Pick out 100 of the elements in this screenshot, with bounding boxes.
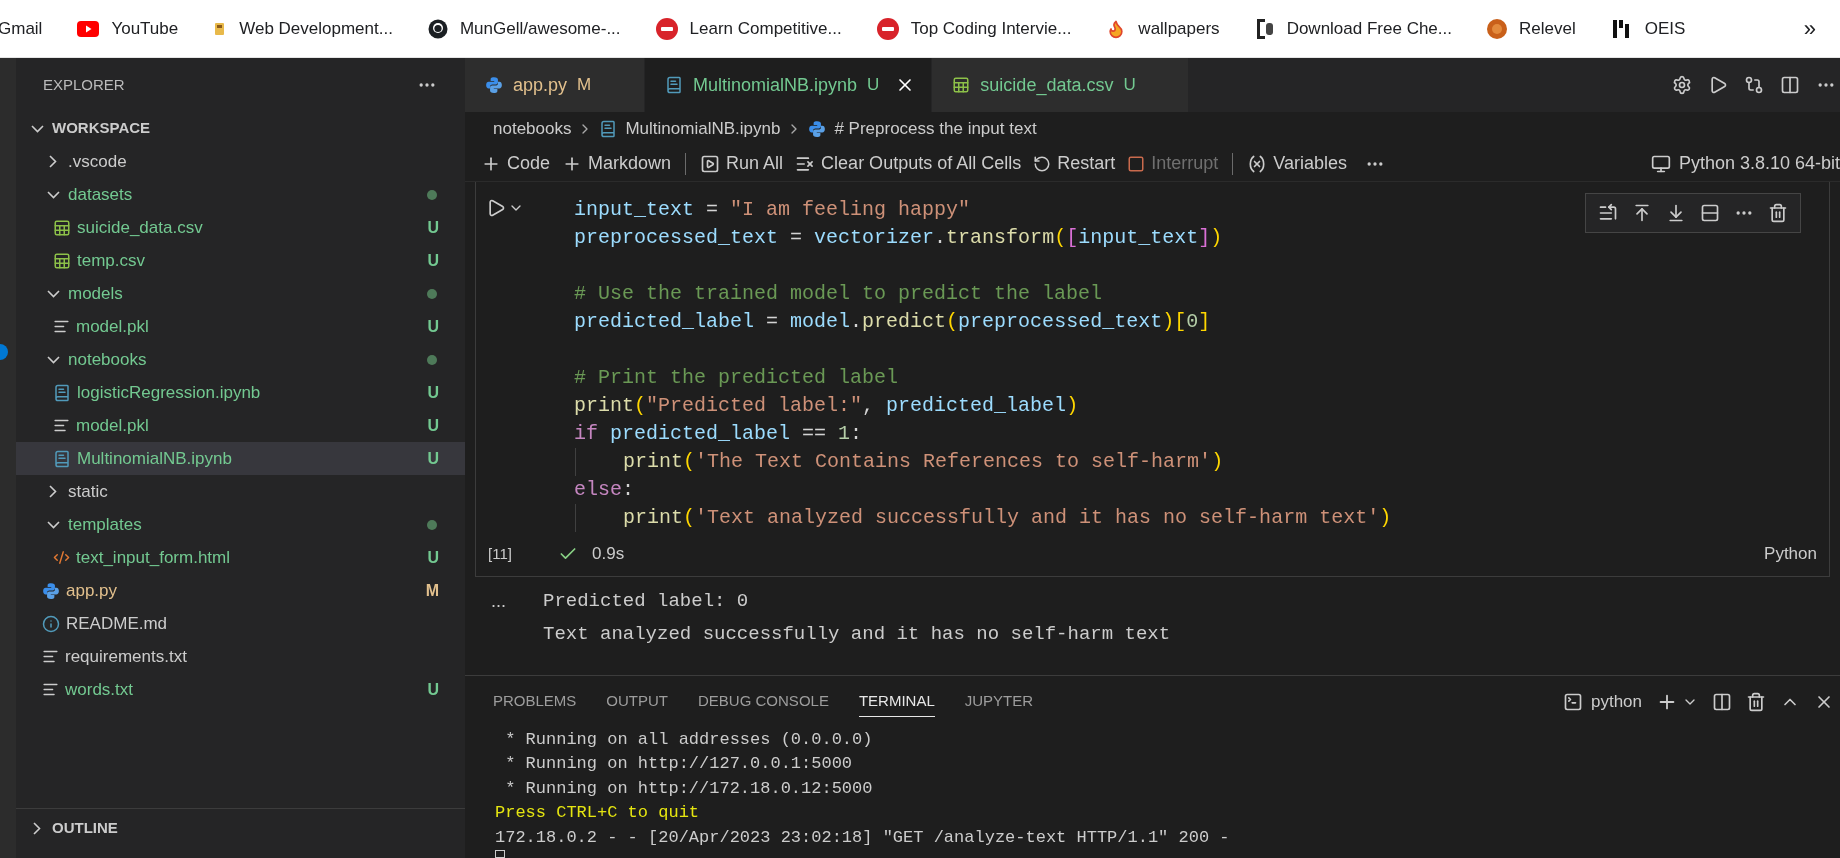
git-status: U xyxy=(427,382,439,403)
terminal-picker[interactable]: python xyxy=(1562,689,1642,715)
delete-icon[interactable] xyxy=(1746,691,1766,712)
file-row[interactable]: text_input_form.html U xyxy=(16,541,465,574)
file-row[interactable]: model.pkl U xyxy=(16,409,465,442)
cell-language[interactable]: Python xyxy=(1764,541,1817,567)
panel-tab[interactable]: DEBUG CONSOLE xyxy=(698,686,829,717)
notebook-icon xyxy=(53,449,71,468)
tab-label: app.py xyxy=(513,73,568,97)
bookmark-link[interactable]: wallpapers xyxy=(1106,15,1220,42)
file-name: words.txt xyxy=(65,678,134,701)
toolbar-button[interactable]: Markdown xyxy=(556,150,678,177)
run-all-icon xyxy=(700,153,721,174)
split-terminal-icon[interactable] xyxy=(1712,691,1732,712)
delete-icon[interactable] xyxy=(1768,203,1788,223)
terminal-line: * Running on all addresses (0.0.0.0) xyxy=(504,728,873,751)
file-name: model.pkl xyxy=(76,414,149,437)
file-name: requirements.txt xyxy=(65,645,187,668)
toolbar-button[interactable]: Clear Outputs of All Cells xyxy=(789,150,1028,177)
output-menu[interactable]: ... xyxy=(491,591,543,657)
folder-row[interactable]: datasets xyxy=(16,178,465,211)
file-row[interactable]: app.py M xyxy=(16,574,465,607)
notebook-icon xyxy=(53,383,71,402)
file-row[interactable]: README.md xyxy=(16,607,465,640)
run-above-icon[interactable] xyxy=(1632,203,1652,223)
panel-tab[interactable]: TERMINAL xyxy=(858,686,935,717)
file-row[interactable]: requirements.txt xyxy=(16,640,465,673)
file-row[interactable]: temp.csv U xyxy=(16,244,465,277)
terminal-icon xyxy=(1562,691,1583,712)
table-icon xyxy=(53,218,71,237)
editor-tab[interactable]: app.py M xyxy=(465,58,645,112)
breadcrumb-item[interactable]: MultinomialNB.ipynb xyxy=(599,116,781,142)
editor-tab[interactable]: suicide_data.csv U xyxy=(932,58,1189,112)
split-cell-icon[interactable] xyxy=(1700,203,1720,223)
file-row[interactable]: logisticRegression.ipynb U xyxy=(16,376,465,409)
git-status: U xyxy=(427,547,439,568)
compare-icon[interactable] xyxy=(1744,75,1764,95)
folder-row[interactable]: static xyxy=(16,475,465,508)
run-by-line-icon[interactable] xyxy=(1598,203,1618,223)
panel-tab[interactable]: PROBLEMS xyxy=(493,686,577,717)
split-editor-icon[interactable] xyxy=(1780,75,1800,95)
sidebar-title: EXPLORER xyxy=(43,74,125,95)
code-line: preprocessed_text = vectorizer.transform([input_text]) xyxy=(574,225,1223,251)
code-line: if predicted_label == 1: xyxy=(574,421,863,447)
toolbar-button[interactable]: Run All xyxy=(694,150,790,177)
toolbar-button[interactable]: Code xyxy=(475,150,557,177)
folder-row[interactable]: models xyxy=(16,277,465,310)
breadcrumb-item[interactable]: # Preprocess the input text xyxy=(808,116,1037,142)
folder-name: notebooks xyxy=(68,348,147,371)
folder-row[interactable]: templates xyxy=(16,508,465,541)
bookmark-link[interactable]: Download Free Che... xyxy=(1254,15,1452,42)
lines-icon xyxy=(42,648,59,665)
bookmark-link[interactable]: YouTube xyxy=(77,15,179,42)
bookmark-link[interactable]: Top Coding Intervie... xyxy=(876,15,1072,42)
breadcrumb-item[interactable]: notebooks xyxy=(493,116,572,142)
settings-icon[interactable] xyxy=(1672,75,1692,95)
git-status: M xyxy=(577,74,592,97)
bookmark-link[interactable]: Relevel xyxy=(1487,15,1576,42)
circle-icon xyxy=(1487,18,1507,39)
code-line: predicted_label = model.predict(preprocessed_text)[0] xyxy=(574,309,1211,335)
bookmark-link[interactable]: Web Development... xyxy=(213,15,393,42)
kernel-picker[interactable]: Python 3.8.10 64-bit xyxy=(1650,150,1840,177)
lines-icon xyxy=(53,318,70,335)
lines-icon xyxy=(53,417,70,434)
more-bookmarks-button[interactable]: » xyxy=(1799,12,1820,45)
file-row[interactable]: MultinomialNB.ipynb U xyxy=(16,442,465,475)
cell-duration: 0.9s xyxy=(592,543,625,566)
git-status: U xyxy=(427,316,439,337)
toolbar-button[interactable]: Variables xyxy=(1241,150,1353,177)
folder-name: .vscode xyxy=(68,150,127,173)
folder-row[interactable]: notebooks xyxy=(16,343,465,376)
bracket-icon xyxy=(1254,17,1275,40)
git-status: U xyxy=(427,217,439,238)
editor-tab[interactable]: MultinomialNB.ipynb U xyxy=(645,58,933,112)
python-icon xyxy=(485,76,503,94)
panel-tab[interactable]: OUTPUT xyxy=(606,686,669,717)
code-line: input_text = "I am feeling happy" xyxy=(574,197,971,223)
section-header[interactable]: WORKSPACE xyxy=(16,112,465,145)
file-row[interactable]: words.txt U xyxy=(16,673,465,706)
bookmark-link[interactable]: OEIS xyxy=(1610,15,1686,42)
git-status: U xyxy=(427,415,439,436)
restart-icon xyxy=(1033,154,1052,173)
file-name: text_input_form.html xyxy=(76,546,230,569)
run-below-icon[interactable] xyxy=(1666,203,1686,223)
section-header[interactable]: OUTLINE xyxy=(16,808,465,848)
git-status: U xyxy=(867,74,880,97)
panel-tab[interactable]: JUPYTER xyxy=(964,686,1034,717)
file-row[interactable]: model.pkl U xyxy=(16,310,465,343)
folder-name: static xyxy=(68,480,108,503)
play-icon[interactable] xyxy=(1708,75,1728,95)
folder-row[interactable]: .vscode xyxy=(16,145,465,178)
file-name: MultinomialNB.ipynb xyxy=(77,447,232,470)
file-row[interactable]: suicide_data.csv U xyxy=(16,211,465,244)
terminal-line: Press CTRL+C to quit xyxy=(495,802,700,824)
bookmark-link[interactable]: Learn Competitive... xyxy=(655,15,842,42)
git-status: U xyxy=(427,250,439,271)
bookmark-link[interactable]: MunGell/awesome-... xyxy=(427,15,621,42)
run-icon[interactable] xyxy=(486,198,506,218)
notebook-icon xyxy=(599,120,618,138)
toolbar-button[interactable]: Restart xyxy=(1027,150,1122,177)
